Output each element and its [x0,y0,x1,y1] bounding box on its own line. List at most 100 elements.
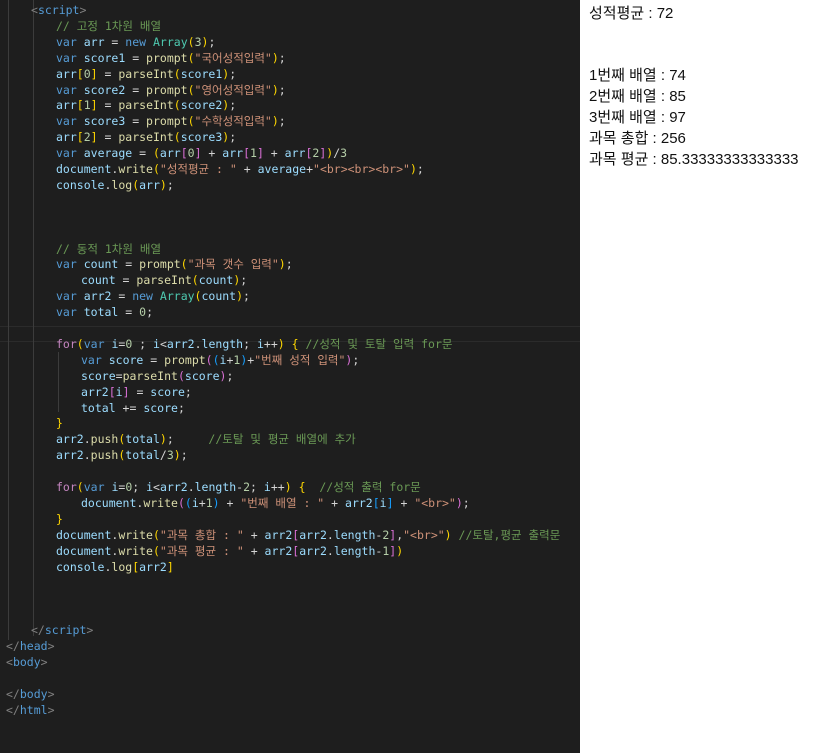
code-line[interactable]: console.log(arr); [0,177,174,193]
code-line[interactable]: var arr = new Array(3); [0,34,215,50]
code-token: </ [6,639,20,653]
code-token: = [115,368,123,383]
code-token: //성적 및 토탈 입력 for문 [305,336,453,351]
code-line[interactable] [0,320,6,336]
code-token: { [298,480,306,494]
code-token: ) [236,289,244,304]
code-token: new [125,34,147,49]
code-token: > [79,3,87,17]
code-token: arr2 [56,448,84,463]
code-line[interactable] [0,574,6,590]
code-line[interactable]: score=parseInt(score); [0,368,233,384]
code-token: ) [159,432,167,447]
code-line[interactable]: <script> [0,2,86,18]
code-line[interactable]: var score1 = prompt("국어성적입력"); [0,50,286,66]
code-token: ; [166,432,174,447]
code-line[interactable]: var score = prompt((i+1)+"번째 성적 입력"); [0,352,359,368]
code-token: ] [90,66,98,81]
code-line[interactable]: document.write("성적평균 : " + average+"<br>… [0,161,424,177]
code-token: arr2 [139,559,167,574]
code-token: ) [284,480,292,494]
code-editor-pane[interactable]: <script>// 고정 1차원 배열 var arr = new Array(… [0,0,580,753]
code-token: // 고정 1차원 배열 [56,18,162,33]
code-line[interactable]: arr[2] = parseInt(score3); [0,129,236,145]
code-token: ) [271,82,279,97]
code-token: . [326,543,334,558]
code-token: arr [159,146,181,161]
code-token: ) [271,114,279,129]
code-line[interactable]: count = parseInt(count); [0,272,247,288]
code-token: count [201,289,237,304]
code-token: ++ [270,480,285,494]
code-token: = [104,34,126,49]
code-token: + [198,495,206,510]
code-line[interactable]: console.log[arr2] [0,559,174,575]
code-line[interactable]: <body> [0,654,48,670]
code-line[interactable]: for(var i=0; i<arr2.length-2; i++) { //성… [0,479,421,495]
code-token: [ [76,66,84,81]
code-token: arr2 [299,543,327,558]
code-line[interactable]: for(var i=0 ; i<arr2.length; i++) { //성적… [0,336,452,352]
code-token: + [219,495,241,510]
code-line[interactable]: </body> [0,686,55,702]
code-token: = [97,130,119,145]
code-line[interactable] [0,209,6,225]
code-line[interactable]: arr2.push(total/3); [0,447,188,463]
code-line[interactable]: var score3 = prompt("수학성적입력"); [0,113,286,129]
code-token: prompt [146,114,188,129]
code-token: parseInt [122,368,178,383]
code-line[interactable]: var arr2 = new Array(count); [0,288,250,304]
code-line[interactable]: arr[0] = parseInt(score1); [0,66,236,82]
code-line[interactable]: document.write("과목 총합 : " + arr2[arr2.le… [0,527,560,543]
code-token: ( [152,146,160,161]
code-token: "성적평균 : " [159,162,237,176]
code-token: //토탈,평균 출력문 [458,527,561,542]
code-token: 3 [194,34,202,49]
code-token: "번째 성적 입력" [254,352,346,367]
code-token: console [56,559,105,574]
code-line[interactable]: var count = prompt("과목 갯수 입력"); [0,256,293,272]
code-token: ( [184,495,192,510]
code-token: Array [153,34,188,49]
code-line[interactable]: } [0,415,63,431]
code-token: prompt [164,352,206,367]
code-line[interactable]: total += score; [0,400,185,416]
code-line[interactable]: arr[1] = parseInt(score2); [0,97,236,113]
code-token: = [97,98,119,113]
code-line[interactable] [0,590,6,606]
code-line[interactable] [0,670,6,686]
code-line[interactable]: arr2.push(total); //토탈 및 평균 배열에 추가 [0,431,356,447]
code-line[interactable]: arr2[i] = score; [0,384,192,400]
code-line[interactable] [0,463,6,479]
code-token: i [115,384,123,399]
code-line[interactable]: document.write((i+1) + "번째 배열 : " + arr2… [0,495,470,511]
code-token: [ [243,146,250,161]
code-line[interactable]: // 동적 1차원 배열 [0,241,161,257]
code-token: ; [285,257,293,272]
code-token: i [146,480,154,494]
code-line[interactable]: </html> [0,702,55,718]
code-token: ] [90,130,98,145]
code-token: count [83,257,119,272]
code-token: parseInt [118,98,174,113]
code-line[interactable]: // 고정 1차원 배열 [0,18,161,34]
code-token: arr [56,66,77,81]
code-token: ; [278,82,286,97]
code-line[interactable]: </script> [0,622,93,638]
code-line[interactable]: document.write("과목 평균 : " + arr2[arr2.le… [0,543,403,559]
code-line[interactable]: } [0,511,63,527]
code-line[interactable] [0,225,6,241]
code-token: //토탈 및 평균 배열에 추가 [208,432,356,447]
code-line[interactable]: var score2 = prompt("영어성적입력"); [0,82,286,98]
code-line[interactable]: var total = 0; [0,304,153,320]
code-token: = [111,289,133,304]
code-line[interactable] [0,606,6,622]
code-token: 2 [83,130,91,145]
code-token: arr [56,98,77,113]
code-line[interactable]: </head> [0,638,55,654]
code-token: . [194,336,202,351]
code-line[interactable] [0,193,6,209]
code-line[interactable]: var average = (arr[0] + arr[1] + arr[2])… [0,145,347,161]
